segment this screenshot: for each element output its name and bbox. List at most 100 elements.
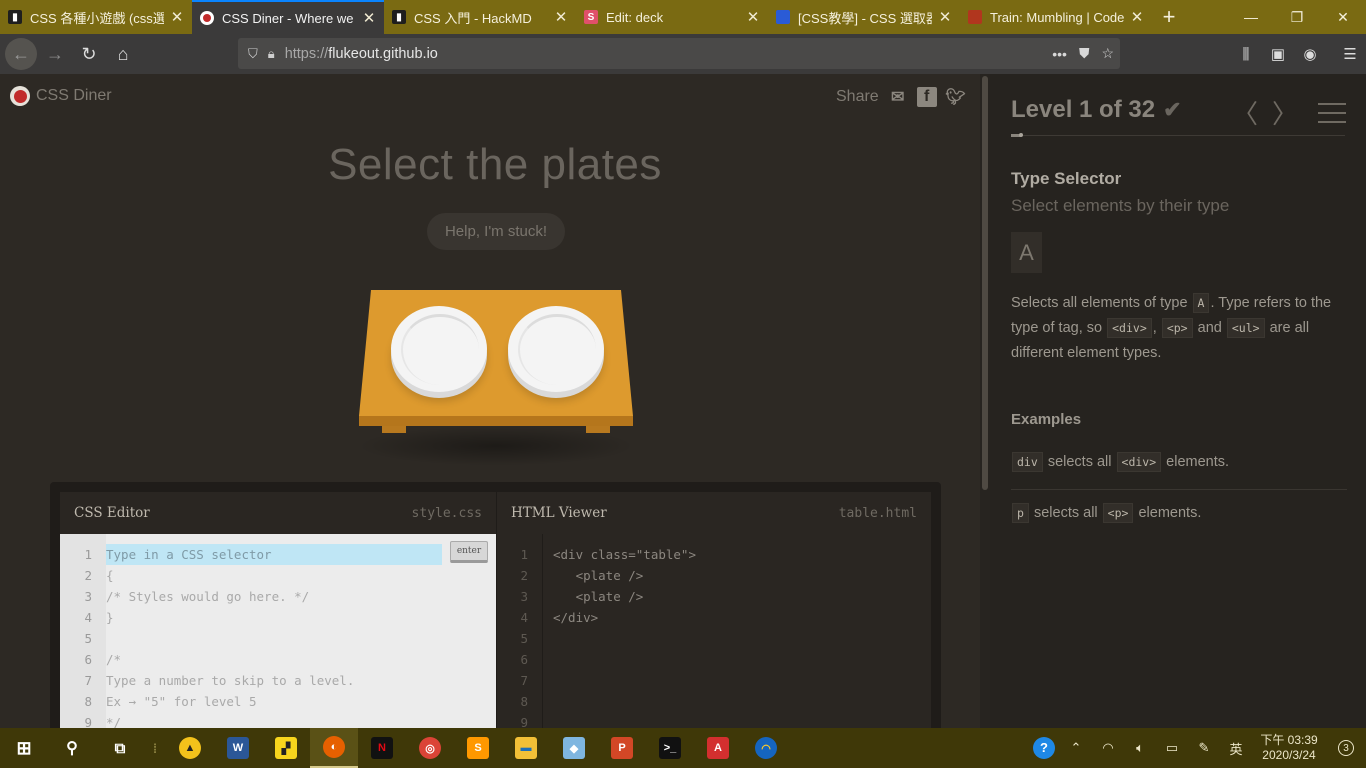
- help-button[interactable]: Help, I'm stuck!: [427, 213, 565, 250]
- selector-name: Type Selector: [1011, 169, 1122, 188]
- previous-level-icon[interactable]: 〈: [1232, 94, 1258, 131]
- pen-icon[interactable]: ✎: [1188, 740, 1220, 756]
- chrome-icon[interactable]: ◎: [406, 728, 454, 768]
- shield-icon[interactable]: ⛉: [248, 46, 258, 62]
- markup-line-plate[interactable]: <plate />: [553, 565, 931, 586]
- terminal-icon[interactable]: >_: [646, 728, 694, 768]
- notifications-icon[interactable]: 3: [1326, 740, 1366, 756]
- back-icon[interactable]: ←: [5, 38, 37, 70]
- word-icon[interactable]: W: [214, 728, 262, 768]
- code-line: {: [106, 568, 114, 583]
- close-icon[interactable]: ✕: [362, 9, 376, 27]
- page-scrollbar[interactable]: [980, 74, 990, 728]
- plate[interactable]: [508, 306, 604, 392]
- scrollbar-thumb[interactable]: [982, 76, 988, 490]
- share-label: Share: [836, 88, 879, 105]
- markup-line-table[interactable]: </div>: [553, 607, 931, 628]
- tab-css-games[interactable]: ▮ CSS 各種小遊戲 (css選擇 ✕: [0, 0, 192, 34]
- level-instruction: Select the plates: [328, 140, 662, 189]
- tab-hackmd[interactable]: ▮ CSS 入門 - HackMD ✕: [384, 0, 576, 34]
- restore-icon[interactable]: ❐: [1274, 0, 1320, 34]
- search-icon[interactable]: ⚲: [48, 728, 96, 768]
- progress-knob: [1019, 133, 1024, 137]
- twitter-icon[interactable]: 🐦︎: [945, 86, 967, 108]
- level-menu-icon[interactable]: [1318, 102, 1346, 123]
- css-diner-icon: [200, 11, 214, 25]
- close-icon[interactable]: ✕: [746, 8, 760, 26]
- tab-css-tutorial[interactable]: [CSS教學] - CSS 選取器 ✕: [768, 0, 960, 34]
- slides-icon: S: [584, 10, 598, 24]
- close-icon[interactable]: ✕: [170, 8, 184, 26]
- codewars-icon: [968, 10, 982, 24]
- close-icon[interactable]: ✕: [938, 8, 952, 26]
- code-tag: <div>: [1107, 318, 1152, 338]
- sidebar-icon[interactable]: ▣: [1262, 34, 1294, 74]
- plate[interactable]: [391, 306, 487, 392]
- chevron-up-icon[interactable]: ⌃: [1060, 740, 1092, 756]
- code-line: */: [106, 715, 122, 728]
- tab-edit-deck[interactable]: S Edit: deck ✕: [576, 0, 768, 34]
- code-tag: <p>: [1102, 503, 1134, 523]
- clock[interactable]: 下午 03:39 2020/3/24: [1252, 733, 1326, 763]
- app-icon[interactable]: ▲: [166, 728, 214, 768]
- next-level-icon[interactable]: 〉: [1272, 94, 1298, 131]
- css-selector-input[interactable]: Type in a CSS selector: [106, 544, 442, 565]
- ime-indicator[interactable]: 英: [1220, 739, 1252, 758]
- email-icon[interactable]: ✉: [887, 86, 909, 108]
- tab-css-diner[interactable]: CSS Diner - Where we f ✕: [192, 0, 384, 34]
- help-icon[interactable]: ?: [1028, 737, 1060, 759]
- acrobat-icon[interactable]: A: [694, 728, 742, 768]
- task-view-icon[interactable]: ⧉: [96, 728, 144, 768]
- account-icon[interactable]: ◉: [1294, 34, 1326, 74]
- page-actions-icon[interactable]: •••: [1052, 46, 1067, 62]
- tab-codewars[interactable]: Train: Mumbling | Code ✕: [960, 0, 1152, 34]
- powerpoint-icon[interactable]: P: [598, 728, 646, 768]
- close-window-icon[interactable]: ✕: [1320, 0, 1366, 34]
- line-number: 6: [84, 652, 92, 667]
- firefox-icon[interactable]: ◐: [310, 728, 358, 768]
- tab-title: Edit: deck: [606, 9, 664, 25]
- close-icon[interactable]: ✕: [554, 8, 568, 26]
- code-line: Type a number to skip to a level.: [106, 673, 355, 688]
- line-number: 3: [520, 589, 528, 604]
- line-number: 7: [520, 673, 528, 688]
- menu-icon[interactable]: ☰: [1334, 34, 1366, 74]
- logo[interactable]: CSS Diner: [10, 86, 112, 106]
- examples-title: Examples: [1011, 411, 1082, 428]
- code-line: }: [106, 610, 114, 625]
- app-icon[interactable]: ◠: [742, 728, 790, 768]
- new-tab-button[interactable]: +: [1152, 0, 1186, 34]
- netflix-icon[interactable]: N: [358, 728, 406, 768]
- volume-icon[interactable]: 🔈︎: [1124, 740, 1156, 756]
- file-explorer-icon[interactable]: ▬: [502, 728, 550, 768]
- library-icon[interactable]: ⫼: [1230, 34, 1262, 74]
- facebook-icon[interactable]: f: [916, 87, 937, 107]
- tab-strip: ▮ CSS 各種小遊戲 (css選擇 ✕ CSS Diner - Where w…: [0, 0, 1366, 34]
- html-file-name: table.html: [838, 505, 917, 521]
- battery-icon[interactable]: ▭: [1156, 740, 1188, 756]
- enter-button[interactable]: enter: [450, 541, 488, 563]
- app-icon[interactable]: ◆: [550, 728, 598, 768]
- url-bar[interactable]: ⛉ 🔒︎ https:// flukeout.github.io ••• ⛊ ☆: [238, 38, 1120, 69]
- sticky-notes-icon[interactable]: ▞: [262, 728, 310, 768]
- bookmark-star-icon[interactable]: ☆: [1101, 45, 1114, 62]
- clock-time: 下午 03:39: [1260, 733, 1318, 747]
- wifi-icon[interactable]: ◠: [1092, 740, 1124, 756]
- url-host: flukeout.github.io: [328, 45, 438, 62]
- home-icon[interactable]: ⌂: [107, 38, 139, 70]
- forward-icon[interactable]: →: [39, 38, 71, 70]
- markup-line-table[interactable]: <div class="table">: [553, 544, 931, 565]
- lock-icon[interactable]: 🔒︎: [268, 46, 275, 62]
- windows-start-icon[interactable]: ⊞: [0, 728, 48, 768]
- reload-icon[interactable]: ↻: [73, 38, 105, 70]
- markup-line-plate[interactable]: <plate />: [553, 586, 931, 607]
- level-header: Level 1 of 32 ✔: [1011, 96, 1182, 124]
- sublime-icon[interactable]: S: [454, 728, 502, 768]
- close-icon[interactable]: ✕: [1130, 8, 1144, 26]
- minimize-icon[interactable]: —: [1228, 0, 1274, 34]
- pocket-icon[interactable]: ⛊: [1079, 45, 1090, 62]
- divider: [1011, 489, 1347, 490]
